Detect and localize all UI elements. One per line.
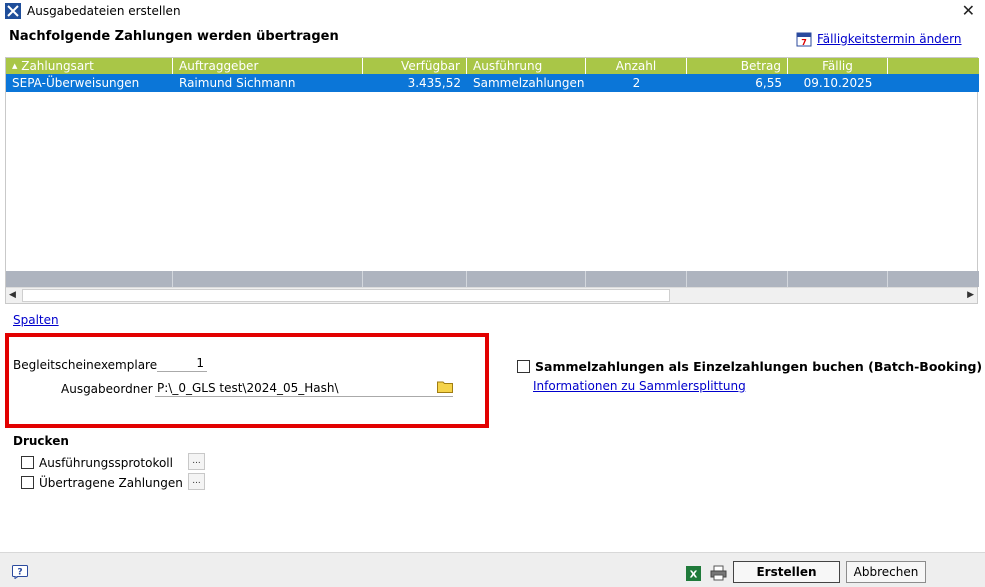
batch-booking-checkbox[interactable]	[517, 360, 530, 373]
copies-label: Begleitscheinexemplare	[13, 358, 158, 372]
copies-input[interactable]: 1	[157, 355, 207, 372]
cancel-button[interactable]: Abbrechen	[846, 561, 926, 583]
due-date-link[interactable]: 7 Fälligkeitstermin ändern	[796, 30, 962, 48]
page-title: Nachfolgende Zahlungen werden übertragen	[9, 29, 339, 44]
protocol-label: Ausführungssprotokoll	[39, 456, 173, 470]
sort-ascending-icon: ▲	[12, 62, 18, 70]
cell-anzahl: 2	[632, 76, 641, 90]
footer-cell	[788, 271, 888, 287]
window-title: Ausgabedateien erstellen	[27, 4, 181, 18]
footer-cell	[173, 271, 363, 287]
table-row[interactable]: SEPA-Überweisungen Raimund Sichmann 3.43…	[6, 74, 979, 92]
payments-grid: ▲ Zahlungsart Auftraggeber Verfügbar Aus…	[5, 57, 979, 304]
footer-cell	[6, 271, 173, 287]
svg-text:X: X	[690, 570, 698, 581]
footer-cell	[467, 271, 586, 287]
cell-verfuegbar: 3.435,52	[407, 76, 461, 90]
close-button[interactable]: ✕	[962, 1, 975, 20]
cell-ausfuehrung: Sammelzahlungen	[473, 76, 585, 90]
scroll-left-icon[interactable]: ◀	[9, 290, 16, 300]
splitting-info-link[interactable]: Informationen zu Sammlersplittung	[533, 379, 746, 393]
batch-booking-label: Sammelzahlungen als Einzelzahlungen buch…	[535, 359, 983, 374]
output-folder-value: P:\_0_GLS test\2024_05_Hash\	[157, 381, 339, 395]
output-folder-input[interactable]: P:\_0_GLS test\2024_05_Hash\	[155, 379, 453, 397]
column-header-zahlungsart[interactable]: ▲ Zahlungsart	[6, 58, 173, 74]
due-date-link-label[interactable]: Fälligkeitstermin ändern	[817, 32, 962, 46]
calendar-icon: 7	[796, 32, 812, 47]
transferred-payments-checkbox[interactable]	[21, 476, 34, 489]
folder-icon[interactable]	[437, 380, 453, 393]
cell-auftraggeber: Raimund Sichmann	[179, 76, 296, 90]
cell-faellig: 09.10.2025	[803, 76, 873, 90]
footer-cell	[586, 271, 687, 287]
scrollbar-thumb[interactable]	[22, 289, 670, 302]
protocol-checkbox[interactable]	[21, 456, 34, 469]
svg-text:?: ?	[17, 568, 22, 578]
title-bar: Ausgabedateien erstellen ✕	[0, 0, 985, 22]
footer-cell	[687, 271, 788, 287]
bottom-toolbar: ? X Erstellen Abbrechen	[0, 552, 985, 587]
grid-header: ▲ Zahlungsart Auftraggeber Verfügbar Aus…	[6, 58, 979, 74]
copies-value: 1	[196, 356, 204, 370]
grid-summary-row	[6, 271, 979, 287]
column-header-verfuegbar[interactable]: Verfügbar	[363, 58, 467, 74]
create-button[interactable]: Erstellen	[733, 561, 840, 583]
output-folder-label: Ausgabeordner	[61, 382, 153, 396]
columns-link[interactable]: Spalten	[13, 313, 59, 327]
printer-icon[interactable]	[710, 565, 727, 581]
column-header-faellig[interactable]: Fällig	[788, 58, 888, 74]
svg-text:7: 7	[801, 38, 807, 47]
footer-cell	[363, 271, 467, 287]
transferred-payments-options-button[interactable]: ...	[188, 473, 205, 490]
app-logo-icon	[5, 3, 21, 19]
column-header-anzahl[interactable]: Anzahl	[586, 58, 687, 74]
print-section-heading: Drucken	[13, 434, 69, 448]
transferred-payments-label: Übertragene Zahlungen	[39, 476, 183, 490]
excel-icon[interactable]: X	[686, 566, 701, 581]
help-icon[interactable]: ?	[12, 565, 28, 579]
column-header-auftraggeber[interactable]: Auftraggeber	[173, 58, 363, 74]
horizontal-scrollbar[interactable]: ◀ ▶	[6, 287, 977, 303]
cell-zahlungsart: SEPA-Überweisungen	[12, 76, 140, 90]
column-header-betrag[interactable]: Betrag	[687, 58, 788, 74]
scroll-right-icon[interactable]: ▶	[967, 290, 974, 300]
cell-betrag: 6,55	[755, 76, 782, 90]
column-header-ausfuehrung[interactable]: Ausführung	[467, 58, 586, 74]
column-header-empty	[888, 58, 979, 74]
protocol-options-button[interactable]: ...	[188, 453, 205, 470]
